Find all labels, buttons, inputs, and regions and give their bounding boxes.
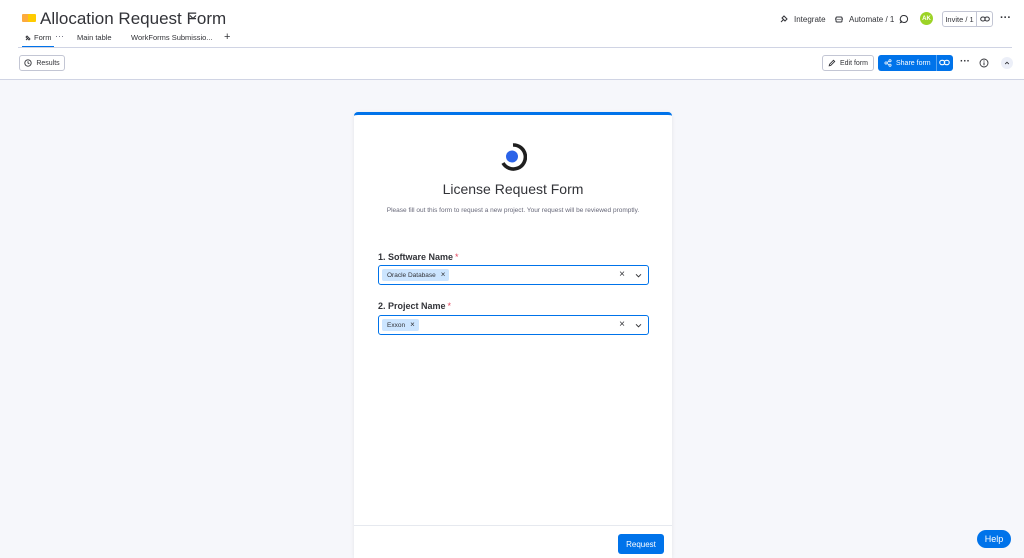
software-name-select[interactable]: Oracle Database × × [378, 265, 649, 285]
tab-main-table[interactable]: Main table [77, 33, 112, 42]
avatar[interactable]: AK [920, 12, 933, 25]
project-name-select[interactable]: Exxon × × [378, 315, 649, 335]
selected-chip: Exxon × [382, 319, 419, 331]
clear-selection-icon[interactable]: × [619, 270, 625, 280]
share-form-button[interactable]: Share form [878, 55, 953, 71]
edit-form-button[interactable]: Edit form [822, 55, 874, 71]
required-marker: * [455, 252, 459, 262]
chevron-up-icon [1004, 61, 1010, 65]
remove-chip-icon[interactable]: × [410, 321, 415, 329]
form-logo [501, 143, 527, 171]
more-options-icon[interactable]: ··· [1000, 12, 1011, 24]
required-marker: * [447, 301, 452, 311]
pin-icon [25, 34, 31, 41]
add-view-icon[interactable]: + [224, 31, 230, 43]
chevron-down-icon[interactable] [635, 322, 642, 329]
view-tabs: Form ··· Main table WorkForms Submissio.… [0, 30, 1024, 48]
link-icon[interactable] [939, 58, 950, 67]
robot-icon [835, 16, 843, 23]
chevron-down-icon[interactable] [188, 12, 198, 22]
tab-form[interactable]: Form [22, 33, 53, 48]
question-label-project-name: 2. Project Name * [378, 301, 452, 311]
board-icon [22, 13, 36, 23]
selected-chip: Oracle Database × [382, 269, 450, 281]
request-button[interactable]: Request [618, 534, 664, 554]
board-title[interactable]: Allocation Request Form [40, 9, 226, 29]
remove-chip-icon[interactable]: × [441, 271, 446, 279]
form-footer: Request [354, 525, 672, 558]
more-options-icon[interactable]: ··· [960, 57, 970, 67]
link-icon [979, 16, 990, 22]
updates-button[interactable] [899, 12, 914, 26]
tab-workforms-submissions[interactable]: WorkForms Submissio... [131, 33, 213, 42]
form-card: License Request Form Please fill out thi… [354, 112, 672, 558]
pencil-icon [828, 59, 836, 67]
clock-icon [24, 59, 32, 67]
automate-button[interactable]: Automate / 1 [834, 12, 894, 26]
results-button[interactable]: Results [19, 55, 65, 71]
invite-button[interactable]: Invite / 1 [942, 11, 977, 27]
info-icon[interactable] [979, 58, 989, 68]
copy-link-button[interactable] [976, 11, 993, 27]
tab-options-icon[interactable]: ··· [55, 31, 64, 41]
chevron-down-icon[interactable] [635, 272, 642, 279]
form-title: License Request Form [442, 181, 584, 197]
form-description: Please fill out this form to request a n… [386, 207, 640, 214]
collapse-header-button[interactable] [1001, 57, 1013, 69]
integrate-button[interactable]: Integrate [779, 12, 826, 26]
question-label-software-name: 1. Software Name * [378, 252, 459, 262]
clear-selection-icon[interactable]: × [619, 320, 625, 330]
chat-bubble-icon [899, 14, 909, 24]
help-button[interactable]: Help [977, 530, 1011, 548]
form-toolbar: Results Edit form Share form ··· [0, 48, 1024, 80]
integrate-icon [780, 15, 788, 23]
share-icon [884, 59, 892, 67]
